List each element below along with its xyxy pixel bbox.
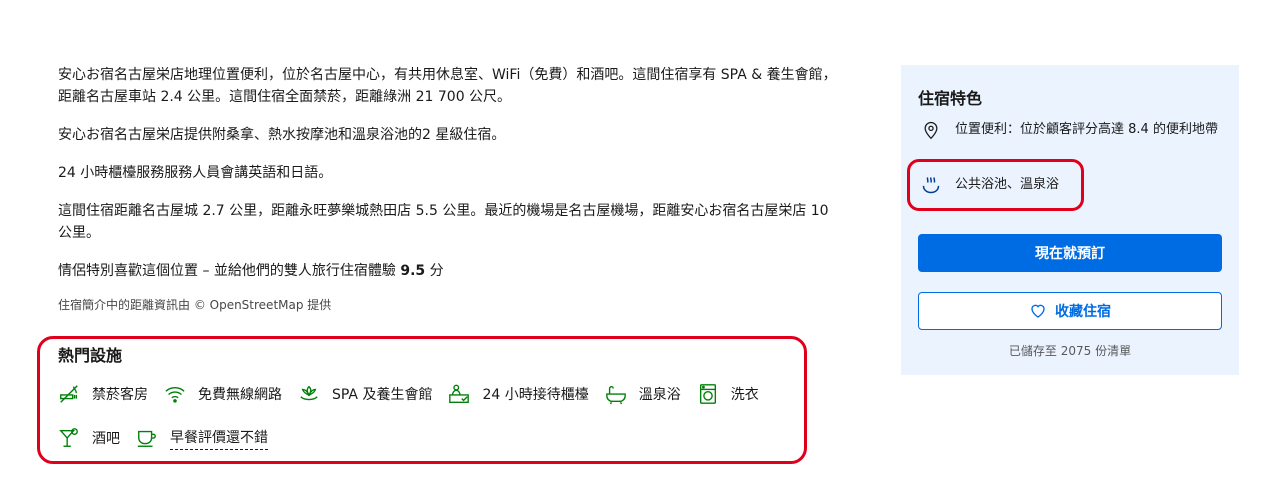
wifi-icon — [165, 387, 185, 403]
description-paragraph-4: 這間住宿距離名古屋城 2.7 公里，距離永旺夢樂城熱田店 5.5 公里。最近的機… — [58, 203, 829, 241]
laundry-icon — [699, 384, 716, 404]
couples-text: 情侶特別喜歡這個位置 – 並給他們的雙人旅行住宿體驗 — [58, 263, 396, 279]
facility-label: SPA 及養生會館 — [332, 387, 433, 403]
osm-credit: 住宿簡介中的距離資訊由 © OpenStreetMap 提供 — [58, 298, 332, 312]
facility-label: 溫泉浴 — [638, 387, 681, 403]
highlight-location-text: 位置便利：位於顧客評分高達 8.4 的便利地帶 — [955, 122, 1218, 137]
facility-wifi: 免費無線網路 — [164, 383, 282, 405]
highlight-location: 位置便利：位於顧客評分高達 8.4 的便利地帶 — [921, 120, 1221, 140]
facility-laundry: 洗衣 — [697, 383, 759, 405]
heart-icon — [1031, 304, 1045, 318]
facility-no-smoking: 禁菸客房 — [58, 383, 148, 405]
map-pin-icon — [924, 121, 938, 140]
facilities-row-2: 酒吧 早餐評價還不錯 — [58, 426, 818, 450]
facility-label: 免費無線網路 — [198, 387, 282, 403]
front-desk-icon — [449, 384, 470, 403]
facility-label: 24 小時接待櫃檯 — [482, 387, 589, 403]
facility-front-desk: 24 小時接待櫃檯 — [448, 383, 589, 405]
highlights-title: 住宿特色 — [918, 89, 983, 108]
coffee-cup-icon — [137, 430, 156, 447]
reserve-label: 現在就預訂 — [1035, 246, 1105, 262]
facility-spa: SPA 及養生會館 — [298, 383, 432, 405]
cocktail-icon — [59, 428, 78, 447]
popular-facilities: 熱門設施 禁菸客房 免費無線網路 SPA 及養生會館 24 小時接待櫃檯 溫泉浴 — [58, 346, 818, 470]
no-smoking-icon — [60, 385, 78, 403]
spa-icon — [300, 385, 318, 401]
facility-label: 酒吧 — [92, 431, 120, 447]
property-page: 安心お宿名古屋栄店地理位置便利，位於名古屋中心，有共用休息室、WiFi（免費）和… — [0, 0, 1280, 503]
property-highlights-panel: 住宿特色 位置便利：位於顧客評分高達 8.4 的便利地帶 公共浴池、溫泉浴 現在… — [901, 65, 1239, 375]
save-property-label: 收藏住宿 — [1055, 304, 1111, 320]
highlight-onsen: 公共浴池、溫泉浴 — [921, 175, 1059, 195]
facilities-row-1: 禁菸客房 免費無線網路 SPA 及養生會館 24 小時接待櫃檯 溫泉浴 洗衣 — [58, 382, 818, 406]
couples-rating: 情侶特別喜歡這個位置 – 並給他們的雙人旅行住宿體驗 9.5 分 — [58, 260, 838, 282]
hot-spring-bath-icon — [605, 386, 626, 405]
highlight-onsen-text: 公共浴池、溫泉浴 — [955, 177, 1060, 192]
couples-score: 9.5 — [400, 263, 426, 279]
reserve-button[interactable]: 現在就預訂 — [918, 234, 1222, 272]
facility-label: 洗衣 — [730, 387, 759, 403]
save-property-button[interactable]: 收藏住宿 — [918, 292, 1222, 330]
facility-hot-spring: 溫泉浴 — [605, 383, 681, 405]
facility-label: 禁菸客房 — [92, 387, 148, 403]
facility-breakfast[interactable]: 早餐評價還不錯 — [136, 427, 268, 450]
saved-count: 已儲存至 2075 份清單 — [1008, 344, 1132, 358]
onsen-icon — [922, 177, 940, 194]
couples-unit: 分 — [429, 263, 444, 279]
property-description: 安心お宿名古屋栄店地理位置便利，位於名古屋中心，有共用休息室、WiFi（免費）和… — [58, 64, 838, 316]
facility-bar: 酒吧 — [58, 427, 120, 449]
facility-label[interactable]: 早餐評價還不錯 — [170, 427, 268, 450]
description-paragraph-3: 24 小時櫃檯服務服務人員會講英語和日語。 — [58, 165, 333, 181]
description-paragraph-2: 安心お宿名古屋栄店提供附桑拿、熱水按摩池和溫泉浴池的2 星級住宿。 — [58, 127, 506, 143]
facilities-title: 熱門設施 — [58, 346, 123, 365]
description-paragraph-1: 安心お宿名古屋栄店地理位置便利，位於名古屋中心，有共用休息室、WiFi（免費）和… — [58, 67, 837, 105]
